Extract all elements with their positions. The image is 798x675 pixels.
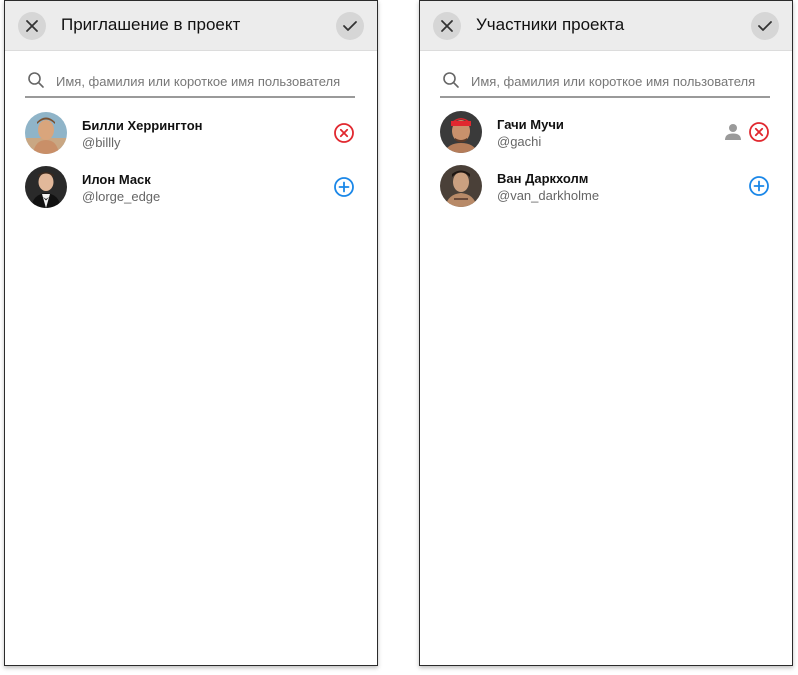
avatar bbox=[440, 111, 482, 153]
add-circle-icon bbox=[749, 176, 769, 196]
person-icon bbox=[725, 124, 741, 140]
search-input[interactable] bbox=[471, 71, 771, 91]
user-handle: @gachi bbox=[497, 134, 542, 149]
role-button[interactable] bbox=[722, 121, 744, 143]
user-handle: @billly bbox=[82, 135, 121, 150]
user-name: Гачи Мучи bbox=[497, 117, 564, 132]
remove-user-button[interactable] bbox=[333, 122, 355, 144]
close-icon bbox=[441, 20, 453, 32]
user-name: Ван Даркхолм bbox=[497, 171, 589, 186]
close-button[interactable] bbox=[433, 12, 461, 40]
avatar bbox=[25, 166, 67, 208]
search-field bbox=[440, 69, 771, 98]
page-title: Приглашение в проект bbox=[61, 15, 241, 34]
invite-panel-header: Приглашение в проект bbox=[5, 1, 377, 51]
search-icon bbox=[28, 72, 44, 88]
check-icon bbox=[343, 21, 357, 31]
add-user-button[interactable] bbox=[333, 176, 355, 198]
remove-circle-icon bbox=[749, 122, 769, 142]
close-button[interactable] bbox=[18, 12, 46, 40]
add-circle-icon bbox=[334, 177, 354, 197]
avatar bbox=[440, 165, 482, 207]
add-user-button[interactable] bbox=[748, 175, 770, 197]
user-handle: @lorge_edge bbox=[82, 189, 161, 204]
invite-panel: Приглашение в проект Билли Херрингтон @b… bbox=[4, 0, 378, 666]
search-field bbox=[25, 69, 356, 98]
confirm-button[interactable] bbox=[751, 12, 779, 40]
list-item[interactable]: Гачи Мучи @gachi bbox=[440, 111, 770, 155]
confirm-button[interactable] bbox=[336, 12, 364, 40]
members-panel-header: Участники проекта bbox=[420, 1, 792, 51]
user-name: Илон Маск bbox=[82, 172, 151, 187]
check-icon bbox=[758, 21, 772, 31]
search-icon bbox=[443, 72, 459, 88]
remove-user-button[interactable] bbox=[748, 121, 770, 143]
user-handle: @van_darkholme bbox=[497, 188, 600, 203]
remove-circle-icon bbox=[334, 123, 354, 143]
avatar bbox=[25, 112, 67, 154]
close-icon bbox=[26, 20, 38, 32]
list-item[interactable]: Билли Херрингтон @billly bbox=[25, 112, 355, 156]
list-item[interactable]: Ван Даркхолм @van_darkholme bbox=[440, 165, 770, 209]
members-panel: Участники проекта Гачи Мучи @gachi bbox=[419, 0, 793, 666]
search-input[interactable] bbox=[56, 71, 356, 91]
user-name: Билли Херрингтон bbox=[82, 118, 203, 133]
page-title: Участники проекта bbox=[476, 15, 625, 34]
list-item[interactable]: Илон Маск @lorge_edge bbox=[25, 166, 355, 210]
